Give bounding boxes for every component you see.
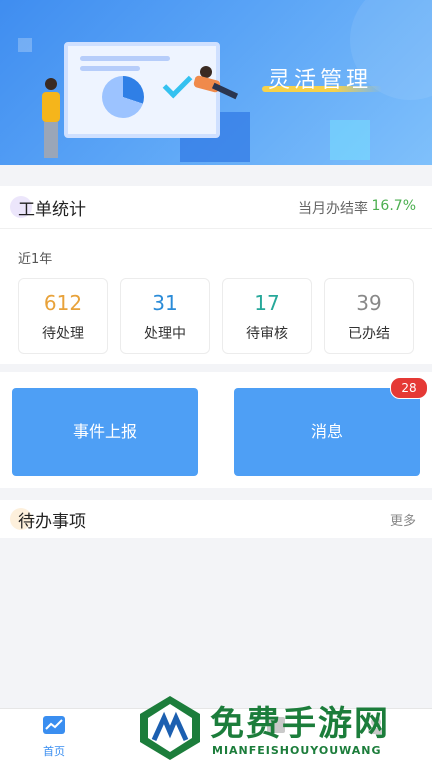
stat-completed-value: 39 xyxy=(356,291,382,315)
banner-title: 灵活管理 xyxy=(268,68,373,93)
work-order-stats-card: 工单统计 当月办结率 16.7% 近1年 612 待处理 31 处理中 17 待… xyxy=(0,186,432,364)
person-illustration xyxy=(40,78,62,160)
monthly-rate-value: 16.7% xyxy=(371,198,416,214)
person-illustration xyxy=(180,66,240,126)
stat-pending[interactable]: 612 待处理 xyxy=(18,278,108,354)
stat-processing-label: 处理中 xyxy=(144,326,186,342)
stat-processing[interactable]: 31 处理中 xyxy=(120,278,210,354)
event-report-button[interactable]: 事件上报 xyxy=(12,388,198,476)
work-order-stats-header: 工单统计 当月办结率 16.7% xyxy=(0,186,432,229)
todo-card: 待办事项 更多 xyxy=(0,500,432,538)
work-order-stats-title: 工单统计 xyxy=(18,200,86,220)
stat-completed-label: 已办结 xyxy=(348,326,390,342)
todo-title: 待办事项 xyxy=(18,512,86,532)
chart-icon xyxy=(43,716,65,734)
tab-home-label: 首页 xyxy=(43,745,65,758)
stat-processing-value: 31 xyxy=(152,291,178,315)
stat-pending-label: 待处理 xyxy=(42,326,84,342)
monthly-rate-label: 当月办结率 xyxy=(298,201,368,217)
todo-header: 待办事项 更多 xyxy=(0,500,432,538)
stat-under-review[interactable]: 17 待审核 xyxy=(222,278,312,354)
watermark-subtext: MIANFEISHOUYOUWANG xyxy=(212,744,382,757)
watermark-logo-icon xyxy=(140,696,200,760)
watermark-text: 免费手游网 xyxy=(210,704,390,744)
stat-under-review-value: 17 xyxy=(254,291,280,315)
todo-more-link[interactable]: 更多 xyxy=(390,510,416,529)
tab-home[interactable]: 首页 xyxy=(24,715,84,759)
stat-pending-value: 612 xyxy=(43,291,83,315)
top-banner: 灵活管理 xyxy=(0,0,432,165)
stat-under-review-label: 待审核 xyxy=(246,326,288,342)
messages-unread-badge: 28 xyxy=(390,377,428,399)
banner-decoration xyxy=(330,120,370,160)
banner-decoration xyxy=(18,38,32,52)
stat-completed[interactable]: 39 已办结 xyxy=(324,278,414,354)
messages-button[interactable]: 消息 xyxy=(234,388,420,476)
site-watermark: 免费手游网 MIANFEISHOUYOUWANG xyxy=(136,692,426,766)
period-label: 近1年 xyxy=(18,252,53,267)
